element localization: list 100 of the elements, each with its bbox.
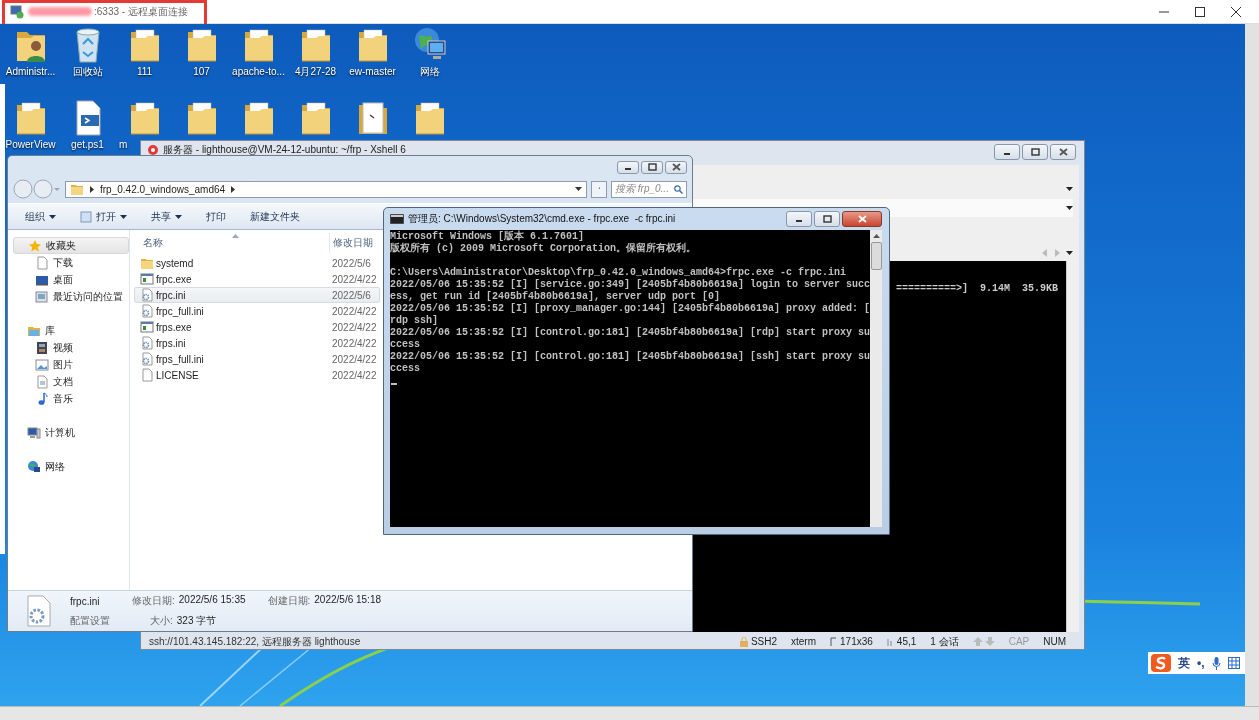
close-icon (671, 163, 681, 171)
caret-icon[interactable] (1066, 251, 1073, 255)
icon-label: 107 (193, 66, 210, 77)
nav-item[interactable]: 收藏夹 (13, 237, 129, 254)
program-icon (140, 320, 154, 334)
file-row[interactable]: frpc.ini 2022/5/6 (134, 287, 380, 303)
file-row[interactable]: frps_full.ini 2022/4/22 (134, 351, 380, 367)
punctuation-mode[interactable]: •, (1197, 656, 1205, 670)
detail-label: 大小: (150, 614, 173, 628)
grid-icon[interactable] (1227, 657, 1240, 669)
scroll-up-icon[interactable] (872, 234, 880, 238)
computer-icon (27, 425, 41, 440)
detail-value: 2022/5/6 15:18 (314, 594, 382, 607)
caret-icon (575, 187, 582, 191)
console-line: 2022/05/06 15:35:52 [I] [service.go:349] [2405bf4b80b6619a] login to server succ (390, 279, 870, 291)
file-row[interactable]: frps.exe 2022/4/22 (134, 319, 380, 335)
icon-label: m (119, 139, 128, 150)
window-title: 服务器 - lighthouse@VM-24-12-ubuntu: ~/frp - Xshell 6 (163, 144, 406, 155)
key-indicator: NUM (1043, 636, 1066, 647)
sort-caret-icon (232, 234, 239, 238)
icon-label: get.ps1 (71, 139, 104, 150)
terminal-line: ==========>] 9.14M 35.9KB (895, 283, 1058, 294)
maximize-icon (647, 163, 657, 171)
console-line: Microsoft Windows [版本 6.1.7601] (390, 231, 586, 242)
file-row[interactable]: LICENSE 2022/4/22 (134, 367, 380, 383)
file-name: frps.ini (156, 337, 186, 349)
close-icon (1231, 6, 1241, 17)
console-line: ess, get run id [2405bf4b80b6619a], server udp port [0] (390, 291, 722, 303)
file-row[interactable]: systemd 2022/5/6 (134, 255, 380, 271)
scroll-thumb[interactable] (870, 242, 882, 270)
nav-item[interactable]: 下载 (13, 254, 129, 271)
file-name: frpc.ini (156, 289, 186, 301)
nav-item[interactable]: 音乐 (13, 390, 129, 407)
icon-label: 网络 (419, 66, 440, 77)
cursor-icon (886, 636, 894, 647)
recent-places-icon (35, 289, 49, 304)
document-icon (35, 374, 49, 389)
icon-label: 4月27-28 (294, 66, 337, 77)
star-icon (28, 238, 42, 253)
file-date: 2022/4/22 (331, 369, 377, 381)
picture-icon (35, 357, 49, 372)
icon-label: 111 (136, 66, 153, 77)
file-date: 2022/4/22 (331, 337, 377, 349)
network-icon (27, 459, 41, 474)
caret-icon (175, 214, 182, 219)
nav-item[interactable]: 视频 (13, 339, 129, 356)
detail-value: 2022/5/6 15:35 (178, 594, 246, 607)
column-header[interactable]: 名称 (143, 237, 163, 248)
chevron-icon (90, 185, 94, 193)
file-name: frpc_full.ini (156, 305, 204, 317)
redaction-blur (28, 7, 92, 16)
minimize-button[interactable] (786, 211, 812, 227)
minimize-button[interactable] (617, 160, 639, 174)
close-icon (1058, 148, 1068, 156)
caret-icon (120, 214, 127, 219)
window-icon (80, 210, 92, 223)
file-date: 2022/4/22 (331, 321, 377, 333)
column-header[interactable]: 修改日期 (333, 236, 373, 250)
minimize-button[interactable] (994, 144, 1020, 160)
detail-label: 创建日期: (267, 594, 311, 608)
nav-item[interactable]: 网络 (13, 458, 129, 475)
file-row[interactable]: frpc.exe 2022/4/22 (134, 271, 380, 287)
console-line: 2022/05/06 15:35:52 [I] [proxy_manager.go:144] [2405bf4b80b6619a] proxy added: [ (390, 303, 870, 315)
path-label: frp_0.42.0_windows_amd64 (100, 183, 226, 195)
window-title: 管理员: C:\Windows\System32\cmd.exe - frpc.exe -c frpc.ini (408, 212, 676, 226)
file-name: systemd (156, 257, 194, 269)
file-row[interactable]: frps.ini 2022/4/22 (134, 335, 380, 351)
address-bar[interactable]: frp_0.42.0_windows_amd64 (65, 180, 587, 198)
toolbar-button[interactable]: 打印 (206, 209, 226, 224)
file-date: 2022/5/6 (331, 257, 371, 269)
text-cursor (391, 383, 397, 385)
icon-label: ew-master (349, 66, 396, 77)
file-type: 配置设置 (70, 614, 110, 628)
close-button[interactable] (1050, 144, 1076, 160)
status-item: xterm (791, 636, 817, 647)
nav-item[interactable]: 文档 (13, 373, 129, 390)
settings-file-icon (140, 288, 154, 302)
nav-item[interactable]: 计算机 (13, 424, 129, 441)
nav-item[interactable]: 图片 (13, 356, 129, 373)
toolbar-button[interactable]: 新建文件夹 (250, 209, 300, 224)
maximize-icon (1030, 148, 1040, 156)
caret-icon[interactable] (1066, 187, 1073, 191)
toolbar-button[interactable]: 组织 (25, 209, 56, 224)
nav-item[interactable]: 库 (13, 322, 129, 339)
detail-value: 323 字节 (176, 614, 217, 628)
file-name: frps_full.ini (156, 353, 204, 365)
nav-item[interactable]: 最近访问的位置 (13, 288, 129, 305)
toolbar-button[interactable]: 打开 (80, 209, 127, 224)
microphone-icon[interactable] (1211, 656, 1221, 670)
toolbar-button[interactable]: 共享 (151, 209, 182, 224)
nav-item[interactable]: 桌面 (13, 271, 129, 288)
file-name: frps.exe (156, 321, 192, 333)
close-button[interactable] (842, 211, 882, 227)
file-row[interactable]: frpc_full.ini 2022/4/22 (134, 303, 380, 319)
file-name: LICENSE (156, 369, 199, 381)
input-mode[interactable]: 英 (1178, 654, 1190, 672)
close-icon (857, 215, 867, 223)
search-field[interactable]: 搜索 frp_0... (611, 180, 687, 198)
close-button[interactable] (665, 160, 687, 174)
detail-label: 修改日期: (132, 594, 175, 608)
